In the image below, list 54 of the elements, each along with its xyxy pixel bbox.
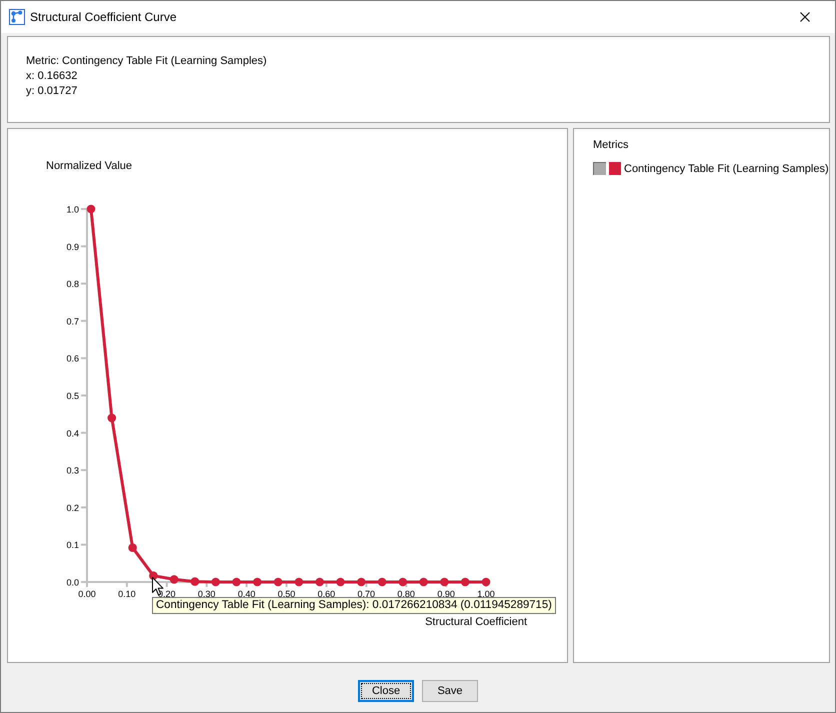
tick-label: 0.0	[66, 578, 79, 588]
tick-label: 0.00	[78, 589, 96, 599]
dialog-button[interactable]: Close	[358, 680, 414, 702]
tick-label: 0.10	[118, 589, 136, 599]
tick-label: 0.90	[437, 589, 455, 599]
data-point	[190, 577, 200, 586]
graph-icon	[9, 9, 25, 25]
info-text: Metric: Contingency Table Fit (Learning Samples)	[26, 54, 267, 69]
close-icon[interactable]	[800, 12, 810, 22]
tick-label: 1.0	[66, 204, 79, 214]
tick-label: 0.7	[66, 316, 79, 326]
data-point	[211, 578, 220, 586]
legend-title: Metrics	[593, 139, 628, 152]
tick-label: 0.70	[358, 589, 376, 599]
tick-label: 0.50	[278, 589, 296, 599]
tick-label: 1.00	[477, 589, 495, 599]
tick-label: 0.4	[66, 428, 79, 438]
swatch-icon[interactable]	[593, 162, 606, 175]
tick-label: 0.3	[66, 466, 79, 476]
data-point	[253, 578, 262, 586]
data-point	[336, 578, 345, 586]
data-point	[86, 204, 96, 214]
legend-label: Contingency Table Fit (Learning Samples)	[624, 162, 829, 174]
axis-title: Structural Coefficient	[425, 616, 527, 628]
axis-title: Normalized Value	[46, 160, 132, 172]
data-point	[357, 578, 366, 586]
data-point	[170, 575, 178, 584]
data-point	[398, 578, 408, 586]
tick-label: 0.60	[318, 589, 336, 599]
tick-label: 0.1	[66, 540, 79, 550]
tick-label: 0.40	[238, 589, 256, 599]
data-point	[378, 578, 386, 586]
data-point	[274, 578, 282, 586]
info-text: x: 0.16632	[26, 69, 78, 84]
tick-label: 0.6	[66, 354, 79, 364]
tick-label: 0.5	[66, 391, 79, 401]
data-point	[419, 578, 428, 586]
data-point	[460, 578, 470, 586]
data-point	[440, 578, 449, 586]
data-point	[128, 543, 137, 552]
window-title: Structural Coefficient Curve	[30, 10, 177, 24]
tooltip: Contingency Table Fit (Learning Samples): 0.017266210834 (0.011945289715)	[152, 597, 556, 614]
data-point	[294, 578, 304, 586]
tick-label: 0.2	[66, 502, 79, 513]
tick-label: 0.9	[66, 242, 79, 252]
data-point	[315, 578, 324, 586]
tick-label: 0.80	[397, 589, 415, 599]
tick-label: 0.8	[66, 279, 79, 290]
data-point	[482, 578, 490, 586]
data-point	[232, 578, 241, 586]
info-text: y: 0.01727	[26, 84, 78, 99]
tick-label: 0.30	[198, 589, 216, 599]
data-point	[108, 414, 116, 422]
dialog-button[interactable]: Save	[422, 680, 478, 702]
